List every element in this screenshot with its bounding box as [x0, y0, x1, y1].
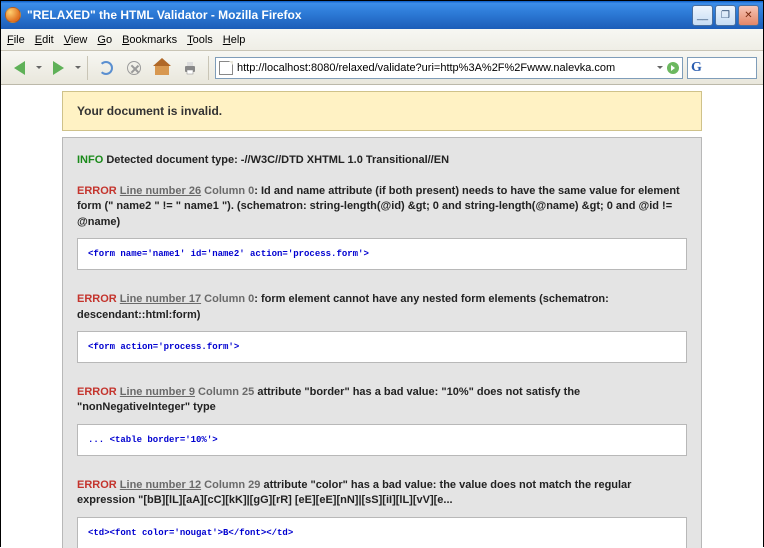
window-titlebar: "RELAXED" the HTML Validator - Mozilla F…	[1, 1, 763, 29]
error-2: ERROR Line number 17 Column 0: form elem…	[77, 292, 687, 323]
separator	[87, 56, 88, 80]
print-button[interactable]	[178, 56, 202, 80]
info-text: Detected document type: -//W3C//DTD XHTM…	[106, 154, 449, 166]
go-button[interactable]	[667, 62, 679, 74]
error-4: ERROR Line number 12 Column 29 attribute…	[77, 478, 687, 509]
address-bar[interactable]	[215, 57, 683, 79]
menu-view[interactable]: View	[64, 34, 88, 46]
url-dropdown[interactable]	[657, 66, 663, 69]
menubar: File Edit View Go Bookmarks Tools Help	[1, 29, 763, 51]
window-title: "RELAXED" the HTML Validator - Mozilla F…	[27, 8, 692, 22]
reload-button[interactable]	[94, 56, 118, 80]
error-tag: ERROR	[77, 479, 117, 491]
back-dropdown[interactable]	[36, 66, 42, 69]
code-snippet-1: <form name='name1' id='name2' action='pr…	[77, 238, 687, 270]
info-line: INFO Detected document type: -//W3C//DTD…	[77, 154, 687, 166]
code-snippet-4: <td><font color='nougat'>B</font></td>	[77, 517, 687, 548]
error-tag: ERROR	[77, 185, 117, 197]
home-icon	[155, 65, 169, 75]
forward-button[interactable]	[46, 56, 70, 80]
error-line[interactable]: Line number 12	[120, 479, 201, 491]
error-col: Column 25	[198, 386, 254, 398]
print-icon	[182, 60, 198, 76]
error-line[interactable]: Line number 26	[120, 185, 201, 197]
menu-bookmarks[interactable]: Bookmarks	[122, 34, 177, 46]
error-col: Column 0	[204, 185, 254, 197]
page-content: Your document is invalid. INFO Detected …	[1, 85, 763, 548]
google-icon: G	[691, 60, 702, 76]
error-tag: ERROR	[77, 293, 117, 305]
error-tag: ERROR	[77, 386, 117, 398]
forward-dropdown[interactable]	[75, 66, 81, 69]
search-box[interactable]: G	[687, 57, 757, 79]
arrow-left-icon	[14, 61, 25, 75]
stop-button[interactable]	[122, 56, 146, 80]
arrow-right-icon	[53, 61, 64, 75]
minimize-button[interactable]: __	[692, 5, 713, 26]
maximize-button[interactable]: ❐	[715, 5, 736, 26]
info-tag: INFO	[77, 154, 103, 166]
navigation-toolbar: G	[1, 51, 763, 85]
validation-banner: Your document is invalid.	[62, 91, 702, 131]
error-line[interactable]: Line number 9	[120, 386, 195, 398]
menu-go[interactable]: Go	[97, 34, 112, 46]
menu-tools[interactable]: Tools	[187, 34, 213, 46]
error-1: ERROR Line number 26 Column 0: Id and na…	[77, 184, 687, 230]
reload-icon	[99, 61, 113, 75]
code-snippet-2: <form action='process.form'>	[77, 331, 687, 363]
close-button[interactable]: ✕	[738, 5, 759, 26]
results-panel: INFO Detected document type: -//W3C//DTD…	[62, 137, 702, 548]
error-col: Column 29	[204, 479, 260, 491]
home-button[interactable]	[150, 56, 174, 80]
error-3: ERROR Line number 9 Column 25 attribute …	[77, 385, 687, 416]
back-button[interactable]	[7, 56, 31, 80]
menu-file[interactable]: File	[7, 34, 25, 46]
stop-icon	[127, 61, 141, 75]
page-icon	[219, 61, 233, 75]
separator	[208, 56, 209, 80]
error-col: Column 0	[204, 293, 254, 305]
code-snippet-3: ... <table border='10%'>	[77, 424, 687, 456]
menu-edit[interactable]: Edit	[35, 34, 54, 46]
url-input[interactable]	[237, 62, 652, 74]
firefox-icon	[5, 7, 21, 23]
error-line[interactable]: Line number 17	[120, 293, 201, 305]
menu-help[interactable]: Help	[223, 34, 246, 46]
